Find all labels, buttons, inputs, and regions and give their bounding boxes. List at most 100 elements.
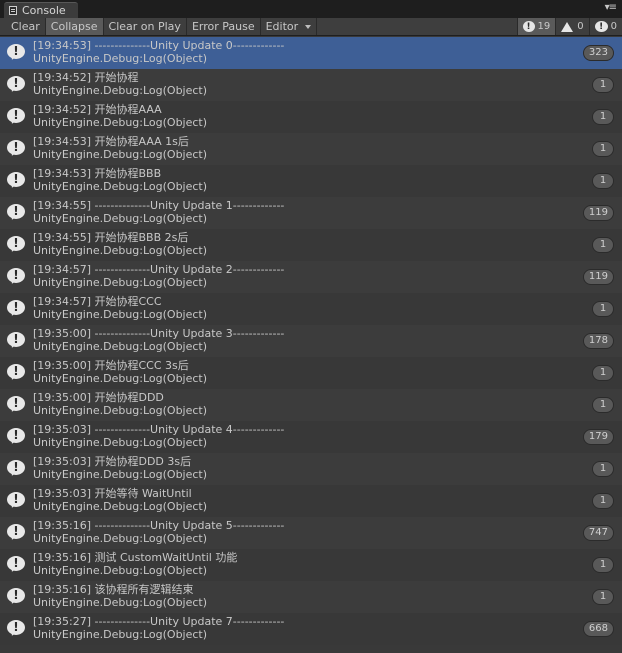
- log-count-badge: 178: [582, 333, 614, 349]
- log-entry-row[interactable]: ! [19:34:53] 开始协程AAA 1s后 UnityEngine.Debug…: [0, 133, 622, 165]
- log-entry-text: [19:34:57] --------------Unity Update 2-…: [33, 263, 284, 289]
- log-entry-row[interactable]: ! [19:35:00] --------------Unity Update 3…: [0, 325, 622, 357]
- log-stack-trace: UnityEngine.Debug:Log(Object): [33, 372, 208, 385]
- log-entry-row[interactable]: ! [19:34:55] --------------Unity Update 1…: [0, 197, 622, 229]
- chevron-down-icon: [305, 25, 312, 29]
- info-bubble-icon: !: [7, 300, 25, 318]
- log-count-badge: 1: [592, 557, 614, 573]
- log-entry-row[interactable]: ! [19:34:57] 开始协程CCC UnityEngine.Debug:Log…: [0, 293, 622, 325]
- log-message: [19:34:53] 开始协程AAA 1s后: [33, 135, 189, 148]
- error-icon: !: [594, 21, 608, 32]
- log-entry-row[interactable]: ! [19:34:52] 开始协程 UnityEngine.Debug:Log(Ob…: [0, 69, 622, 101]
- log-entry-text: [19:34:55] 开始协程BBB 2s后 UnityEngine.Debug:…: [33, 231, 207, 257]
- console-tab-label: Console: [22, 4, 66, 17]
- info-bubble-icon: !: [7, 332, 25, 350]
- log-count-badge: 1: [592, 173, 614, 189]
- clear-button[interactable]: Clear: [6, 18, 46, 35]
- log-entry-text: [19:35:03] 开始等待 WaitUntil UnityEngine.Deb…: [33, 487, 207, 513]
- log-stack-trace: UnityEngine.Debug:Log(Object): [33, 596, 208, 609]
- info-count: 19: [537, 21, 551, 32]
- info-bubble-icon: !: [7, 524, 25, 542]
- log-stack-trace: UnityEngine.Debug:Log(Object): [33, 276, 208, 289]
- clear-button-label: Clear: [11, 20, 40, 33]
- log-entry-row[interactable]: ! [19:34:53] --------------Unity Update 0…: [0, 37, 622, 69]
- log-stack-trace: UnityEngine.Debug:Log(Object): [33, 436, 208, 449]
- console-tab[interactable]: Console: [4, 2, 78, 18]
- console-log-list[interactable]: ! [19:34:53] --------------Unity Update 0…: [0, 37, 622, 653]
- editor-dropdown[interactable]: Editor: [261, 18, 318, 35]
- log-entry-row[interactable]: ! [19:35:00] 开始协程CCC 3s后 UnityEngine.Debug…: [0, 357, 622, 389]
- log-entry-row[interactable]: ! [19:35:00] 开始协程DDD UnityEngine.Debug:Log…: [0, 389, 622, 421]
- collapse-toggle-label: Collapse: [50, 20, 98, 33]
- log-count-badge: 1: [592, 109, 614, 125]
- log-message: [19:35:00] --------------Unity Update 3-…: [33, 327, 285, 340]
- log-count-badge: 1: [592, 301, 614, 317]
- error-count: 0: [610, 21, 617, 32]
- log-count-badge: 668: [582, 621, 614, 637]
- log-count-badge: 1: [592, 365, 614, 381]
- log-message: [19:35:27] --------------Unity Update 7-…: [33, 615, 285, 628]
- log-stack-trace: UnityEngine.Debug:Log(Object): [33, 532, 208, 545]
- info-bubble-icon: !: [7, 364, 25, 382]
- clear-on-play-toggle[interactable]: Clear on Play: [104, 18, 187, 35]
- warning-filter-toggle[interactable]: 0: [555, 18, 588, 35]
- log-entry-row[interactable]: ! [19:34:53] 开始协程BBB UnityEngine.Debug:Log…: [0, 165, 622, 197]
- log-entry-text: [19:35:03] --------------Unity Update 4-…: [33, 423, 284, 449]
- window-menu-icon[interactable]: ▾≡: [605, 2, 617, 13]
- info-bubble-icon: !: [522, 21, 535, 32]
- log-entry-text: [19:35:00] 开始协程DDD UnityEngine.Debug:Log(…: [33, 391, 207, 417]
- info-bubble-icon: !: [7, 108, 25, 126]
- info-bubble-icon: !: [7, 428, 25, 446]
- info-bubble-icon: !: [7, 140, 25, 158]
- info-bubble-icon: !: [7, 588, 25, 606]
- log-entry-row[interactable]: ! [19:34:57] --------------Unity Update 2…: [0, 261, 622, 293]
- log-entry-text: [19:35:27] --------------Unity Update 7-…: [33, 615, 284, 641]
- log-stack-trace: UnityEngine.Debug:Log(Object): [33, 628, 208, 641]
- log-message: [19:35:16] --------------Unity Update 5-…: [33, 519, 285, 532]
- log-stack-trace: UnityEngine.Debug:Log(Object): [33, 340, 208, 353]
- log-stack-trace: UnityEngine.Debug:Log(Object): [33, 148, 208, 161]
- log-stack-trace: UnityEngine.Debug:Log(Object): [33, 468, 208, 481]
- log-message: [19:34:52] 开始协程AAA: [33, 103, 162, 116]
- info-bubble-icon: !: [7, 396, 25, 414]
- log-count-badge: 119: [582, 269, 614, 285]
- log-entry-text: [19:34:53] 开始协程BBB UnityEngine.Debug:Log(…: [33, 167, 207, 193]
- log-entry-row[interactable]: ! [19:35:03] --------------Unity Update 4…: [0, 421, 622, 453]
- info-filter-toggle[interactable]: ! 19: [516, 18, 556, 35]
- log-entry-text: [19:34:55] --------------Unity Update 1-…: [33, 199, 284, 225]
- log-stack-trace: UnityEngine.Debug:Log(Object): [33, 500, 208, 513]
- log-message: [19:34:57] 开始协程CCC: [33, 295, 162, 308]
- log-stack-trace: UnityEngine.Debug:Log(Object): [33, 244, 208, 257]
- log-entry-row[interactable]: ! [19:35:16] 该协程所有逻辑结束 UnityEngine.Debug:L…: [0, 581, 622, 613]
- log-entry-row[interactable]: ! [19:35:27] --------------Unity Update 7…: [0, 613, 622, 645]
- error-pause-toggle[interactable]: Error Pause: [187, 18, 261, 35]
- log-message: [19:35:03] --------------Unity Update 4-…: [33, 423, 285, 436]
- log-count-badge: 119: [582, 205, 614, 221]
- log-count-badge: 323: [582, 45, 614, 61]
- log-count-badge: 1: [592, 493, 614, 509]
- log-stack-trace: UnityEngine.Debug:Log(Object): [33, 564, 208, 577]
- error-pause-label: Error Pause: [191, 20, 255, 33]
- warning-triangle-icon: [561, 21, 574, 32]
- collapse-toggle[interactable]: Collapse: [45, 18, 104, 35]
- console-icon: [9, 6, 17, 15]
- log-entry-row[interactable]: ! [19:34:52] 开始协程AAA UnityEngine.Debug:Log…: [0, 101, 622, 133]
- log-entry-text: [19:34:52] 开始协程 UnityEngine.Debug:Log(Obj…: [33, 71, 207, 97]
- info-bubble-icon: !: [7, 76, 25, 94]
- warning-count: 0: [577, 21, 584, 32]
- log-message: [19:35:03] 开始等待 WaitUntil: [33, 487, 192, 500]
- log-message: [19:35:03] 开始协程DDD 3s后: [33, 455, 192, 468]
- log-entry-row[interactable]: ! [19:35:03] 开始协程DDD 3s后 UnityEngine.Debug…: [0, 453, 622, 485]
- log-entry-text: [19:35:16] --------------Unity Update 5-…: [33, 519, 284, 545]
- log-message: [19:34:53] --------------Unity Update 0-…: [33, 39, 285, 52]
- error-filter-toggle[interactable]: ! 0: [588, 18, 622, 35]
- log-count-badge: 179: [582, 429, 614, 445]
- log-count-badge: 1: [592, 77, 614, 93]
- log-entry-row[interactable]: ! [19:35:03] 开始等待 WaitUntil UnityEngine.De…: [0, 485, 622, 517]
- info-bubble-icon: !: [7, 556, 25, 574]
- log-entry-row[interactable]: ! [19:35:16] 测试 CustomWaitUntil 功能 UnityEn…: [0, 549, 622, 581]
- log-entry-row[interactable]: ! [19:34:55] 开始协程BBB 2s后 UnityEngine.Debug…: [0, 229, 622, 261]
- log-message: [19:34:55] --------------Unity Update 1-…: [33, 199, 285, 212]
- log-entry-row[interactable]: ! [19:35:16] --------------Unity Update 5…: [0, 517, 622, 549]
